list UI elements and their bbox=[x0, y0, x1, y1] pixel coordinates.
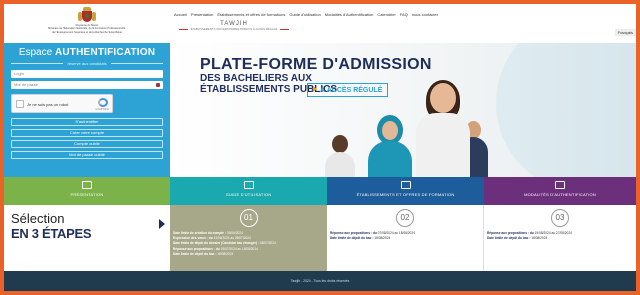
recaptcha-logo-icon bbox=[98, 98, 108, 107]
step-row: Date limite de dépôt du bac : 18/08/2024 bbox=[487, 236, 548, 241]
graduation-cap-icon bbox=[400, 181, 411, 189]
step-row: Date limite de dépôt du bac : 18/08/2024 bbox=[173, 251, 234, 256]
auth-title: Espace AUTHENTIFICATION bbox=[18, 47, 156, 58]
recaptcha-checkbox[interactable] bbox=[16, 100, 24, 108]
logo-line: de l'Enseignement Supérieur et de la Rec… bbox=[52, 30, 122, 34]
id-card-icon bbox=[555, 181, 565, 189]
recaptcha-widget: Je ne suis pas un robot reCAPTCHA bbox=[11, 94, 113, 113]
moroccan-emblem-icon bbox=[78, 7, 96, 23]
selection-steps-heading: Sélection EN 3 ÉTAPES bbox=[4, 205, 170, 271]
book-icon bbox=[243, 181, 254, 189]
nav-item-faq[interactable]: FAQ bbox=[400, 12, 408, 17]
top-navigation: Accueil Présentation Établissements et o… bbox=[174, 12, 438, 17]
hero-title: PLATE-FORME D'ADMISSION bbox=[200, 56, 432, 73]
arrow-right-icon bbox=[159, 219, 165, 229]
recaptcha-label: Je ne suis pas un robot bbox=[27, 102, 69, 107]
nav-item-calendrier[interactable]: Calendrier bbox=[377, 12, 395, 17]
step-column: 02 Réponse aux propositions : du 07/08/2… bbox=[327, 205, 484, 271]
hero-banner: PLATE-FORME D'ADMISSION DES BACHELIERS A… bbox=[170, 43, 636, 177]
login-input[interactable]: Login bbox=[11, 70, 163, 78]
tab-presentation[interactable]: PRÉSENTATION bbox=[4, 177, 170, 205]
forgot-account-button[interactable]: Compte oublié bbox=[11, 140, 163, 148]
create-account-button[interactable]: Créer votre compte bbox=[11, 129, 163, 137]
tawjih-tagline: ÉTABLISSEMENTS UNIVERSITAIRES PUBLICS À … bbox=[179, 27, 289, 31]
tab-guide[interactable]: GUIDE D'UTILISATION bbox=[170, 177, 327, 205]
decorative-circle bbox=[496, 43, 636, 177]
password-input[interactable]: Mot de passe bbox=[11, 81, 163, 89]
step-column: 01 Date limite de création du compte : 0… bbox=[170, 205, 327, 271]
step-column: 03 Réponse aux propositions : du 19/08/2… bbox=[484, 205, 636, 271]
show-password-icon[interactable] bbox=[156, 83, 160, 87]
step-number: 01 bbox=[239, 209, 258, 227]
student-image bbox=[325, 135, 355, 177]
ministry-logo: Royaume du Maroc Ministère de l'Éducatio… bbox=[4, 4, 170, 43]
presentation-icon bbox=[82, 181, 92, 189]
tab-etablissements[interactable]: ÉTABLISSEMENTS ET OFFRES DE FORMATION bbox=[327, 177, 484, 205]
step-number: 03 bbox=[551, 209, 569, 227]
auth-subtitle: réservé aux candidats bbox=[11, 61, 163, 66]
nav-item-accueil[interactable]: Accueil bbox=[174, 12, 187, 17]
footer: Tawjih - 2024 - Tous les droits réservés bbox=[4, 271, 636, 291]
page-frame: Royaume du Maroc Ministère de l'Éducatio… bbox=[4, 4, 636, 291]
student-image bbox=[412, 80, 472, 177]
hero-badge: À ACCÈS RÉGULÉ bbox=[307, 83, 389, 97]
student-image bbox=[368, 113, 412, 177]
selection-line1: Sélection bbox=[11, 211, 65, 226]
tab-modalites[interactable]: MODALITÉS D'AUTHENTIFICATION bbox=[484, 177, 636, 205]
selection-line2: EN 3 ÉTAPES bbox=[11, 226, 92, 241]
step-number: 02 bbox=[396, 209, 414, 227]
tawjih-brand: TAWJIH ÉTABLISSEMENTS UNIVERSITAIRES PUB… bbox=[179, 21, 289, 31]
nav-item-contact[interactable]: nous contacter bbox=[412, 12, 438, 17]
recaptcha-brand: reCAPTCHA bbox=[95, 108, 109, 111]
nav-item-presentation[interactable]: Présentation bbox=[191, 12, 213, 17]
nav-item-modalites[interactable]: Modalités d'Authentification bbox=[325, 12, 374, 17]
step-row: Date limite de dépôt du bac : 18/08/2024 bbox=[330, 236, 391, 241]
nav-item-etablissements[interactable]: Établissements et offres de formations bbox=[217, 12, 285, 17]
authentication-panel: Espace AUTHENTIFICATION réservé aux cand… bbox=[4, 43, 170, 177]
nav-item-guide[interactable]: Guide d'utilisation bbox=[289, 12, 320, 17]
forgot-password-button[interactable]: Mot de passe oublié bbox=[11, 151, 163, 159]
login-button[interactable]: S'authentifier bbox=[11, 118, 163, 126]
language-selector[interactable]: Français bbox=[614, 29, 636, 36]
